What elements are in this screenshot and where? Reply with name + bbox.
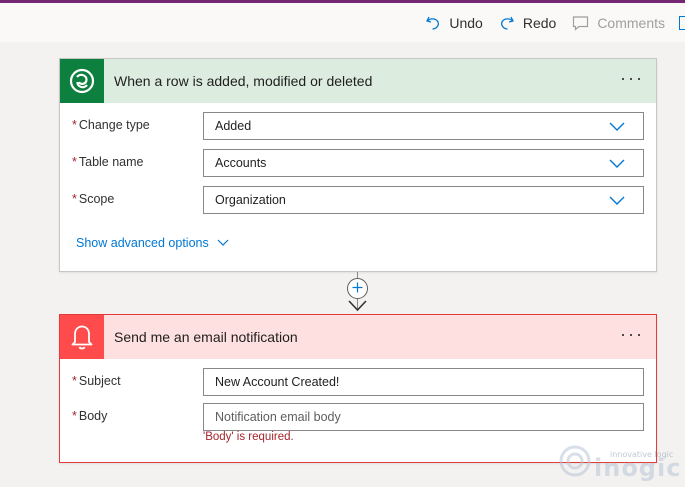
required-marker: * — [72, 374, 77, 388]
watermark-brand: inogic — [594, 454, 682, 482]
redo-label: Redo — [522, 14, 557, 31]
required-marker: * — [72, 192, 77, 206]
chevron-down-icon — [217, 236, 229, 250]
plus-icon — [352, 280, 363, 298]
show-advanced-options-link[interactable]: Show advanced options — [76, 236, 229, 250]
body-error-message: 'Body' is required. — [203, 431, 294, 443]
undo-icon — [425, 15, 441, 31]
action-title: Send me an email notification — [114, 329, 298, 345]
required-marker: * — [72, 118, 77, 132]
redo-button[interactable]: Redo — [499, 15, 556, 31]
comments-label: Comments — [597, 14, 665, 31]
advanced-options-label: Show advanced options — [76, 236, 209, 250]
trigger-card: When a row is added, modified or deleted… — [59, 58, 657, 272]
table-name-value: Accounts — [215, 156, 267, 170]
dataverse-icon — [60, 59, 104, 103]
insert-step-button[interactable] — [347, 278, 368, 299]
inogic-watermark-logo: innovative logic inogic — [558, 440, 682, 482]
change-type-value: Added — [215, 119, 252, 133]
chevron-down-icon — [609, 120, 625, 135]
body-label: * Body — [72, 409, 108, 423]
undo-button[interactable]: Undo — [425, 14, 483, 31]
flow-checker-icon[interactable] — [679, 15, 685, 30]
change-type-label: * Change type — [72, 118, 150, 132]
scope-value: Organization — [215, 193, 286, 207]
undo-label: Undo — [449, 14, 483, 31]
table-name-label: * Table name — [72, 155, 144, 169]
scope-label: * Scope — [72, 192, 115, 206]
body-placeholder: Notification email body — [215, 410, 341, 424]
table-name-select[interactable]: Accounts — [203, 149, 644, 177]
subject-input[interactable]: New Account Created! — [203, 368, 644, 396]
subject-value: New Account Created! — [215, 375, 340, 389]
more-options-icon[interactable]: ··· — [620, 325, 644, 343]
comment-icon — [572, 15, 589, 31]
action-card-header[interactable]: Send me an email notification ··· — [60, 315, 656, 359]
required-marker: * — [72, 409, 77, 423]
trigger-title: When a row is added, modified or deleted — [114, 73, 373, 89]
chevron-down-icon — [609, 194, 625, 209]
bell-icon — [60, 315, 104, 359]
trigger-card-header[interactable]: When a row is added, modified or deleted… — [60, 59, 656, 103]
change-type-select[interactable]: Added — [203, 112, 644, 140]
more-options-icon[interactable]: ··· — [620, 69, 644, 87]
subject-label: * Subject — [72, 374, 121, 388]
chevron-down-icon — [609, 157, 625, 172]
body-input[interactable]: Notification email body — [203, 403, 644, 431]
required-marker: * — [72, 155, 77, 169]
comments-button[interactable]: Comments — [572, 15, 665, 31]
designer-toolbar: Undo Redo Comments — [0, 3, 685, 42]
redo-icon — [499, 15, 515, 31]
scope-select[interactable]: Organization — [203, 186, 644, 214]
